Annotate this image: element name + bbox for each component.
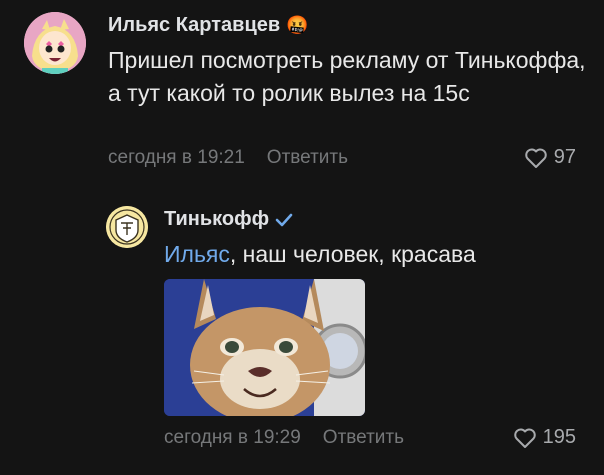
comment-timestamp: сегодня в 19:21 — [108, 147, 245, 168]
heart-icon — [513, 428, 536, 448]
like-button[interactable]: 97 — [524, 146, 576, 169]
verified-check-icon — [275, 213, 293, 226]
heart-icon — [525, 148, 547, 168]
reply-body: , наш человек, красава — [229, 241, 476, 267]
comment-text: Пришел посмотреть рекламу от Тинькоффа, … — [108, 47, 586, 106]
comment-author[interactable]: Ильяс Картавцев 🤬 — [108, 14, 309, 37]
comment-meta: сегодня в 19:21 Ответить — [108, 147, 348, 169]
reply-author[interactable]: Тинькофф — [164, 208, 293, 231]
reply-timestamp: сегодня в 19:29 — [164, 427, 301, 448]
reply-button[interactable]: Ответить — [323, 427, 404, 449]
mention-link[interactable]: Ильяс — [164, 241, 230, 267]
angry-face-icon: 🤬 — [286, 15, 309, 35]
author-name[interactable]: Тинькофф — [164, 208, 269, 231]
avatar[interactable] — [106, 206, 148, 248]
like-count: 97 — [553, 146, 576, 168]
like-count: 195 — [542, 426, 576, 448]
avatar[interactable] — [24, 12, 86, 74]
reply-button[interactable]: Ответить — [267, 147, 348, 169]
author-name[interactable]: Ильяс Картавцев — [108, 14, 280, 37]
caracal-photo[interactable] — [164, 279, 365, 416]
reply-meta: сегодня в 19:29 Ответить — [164, 427, 404, 449]
like-button[interactable]: 195 — [513, 426, 576, 449]
reply-text: Ильяс, наш человек, красава — [164, 238, 584, 271]
